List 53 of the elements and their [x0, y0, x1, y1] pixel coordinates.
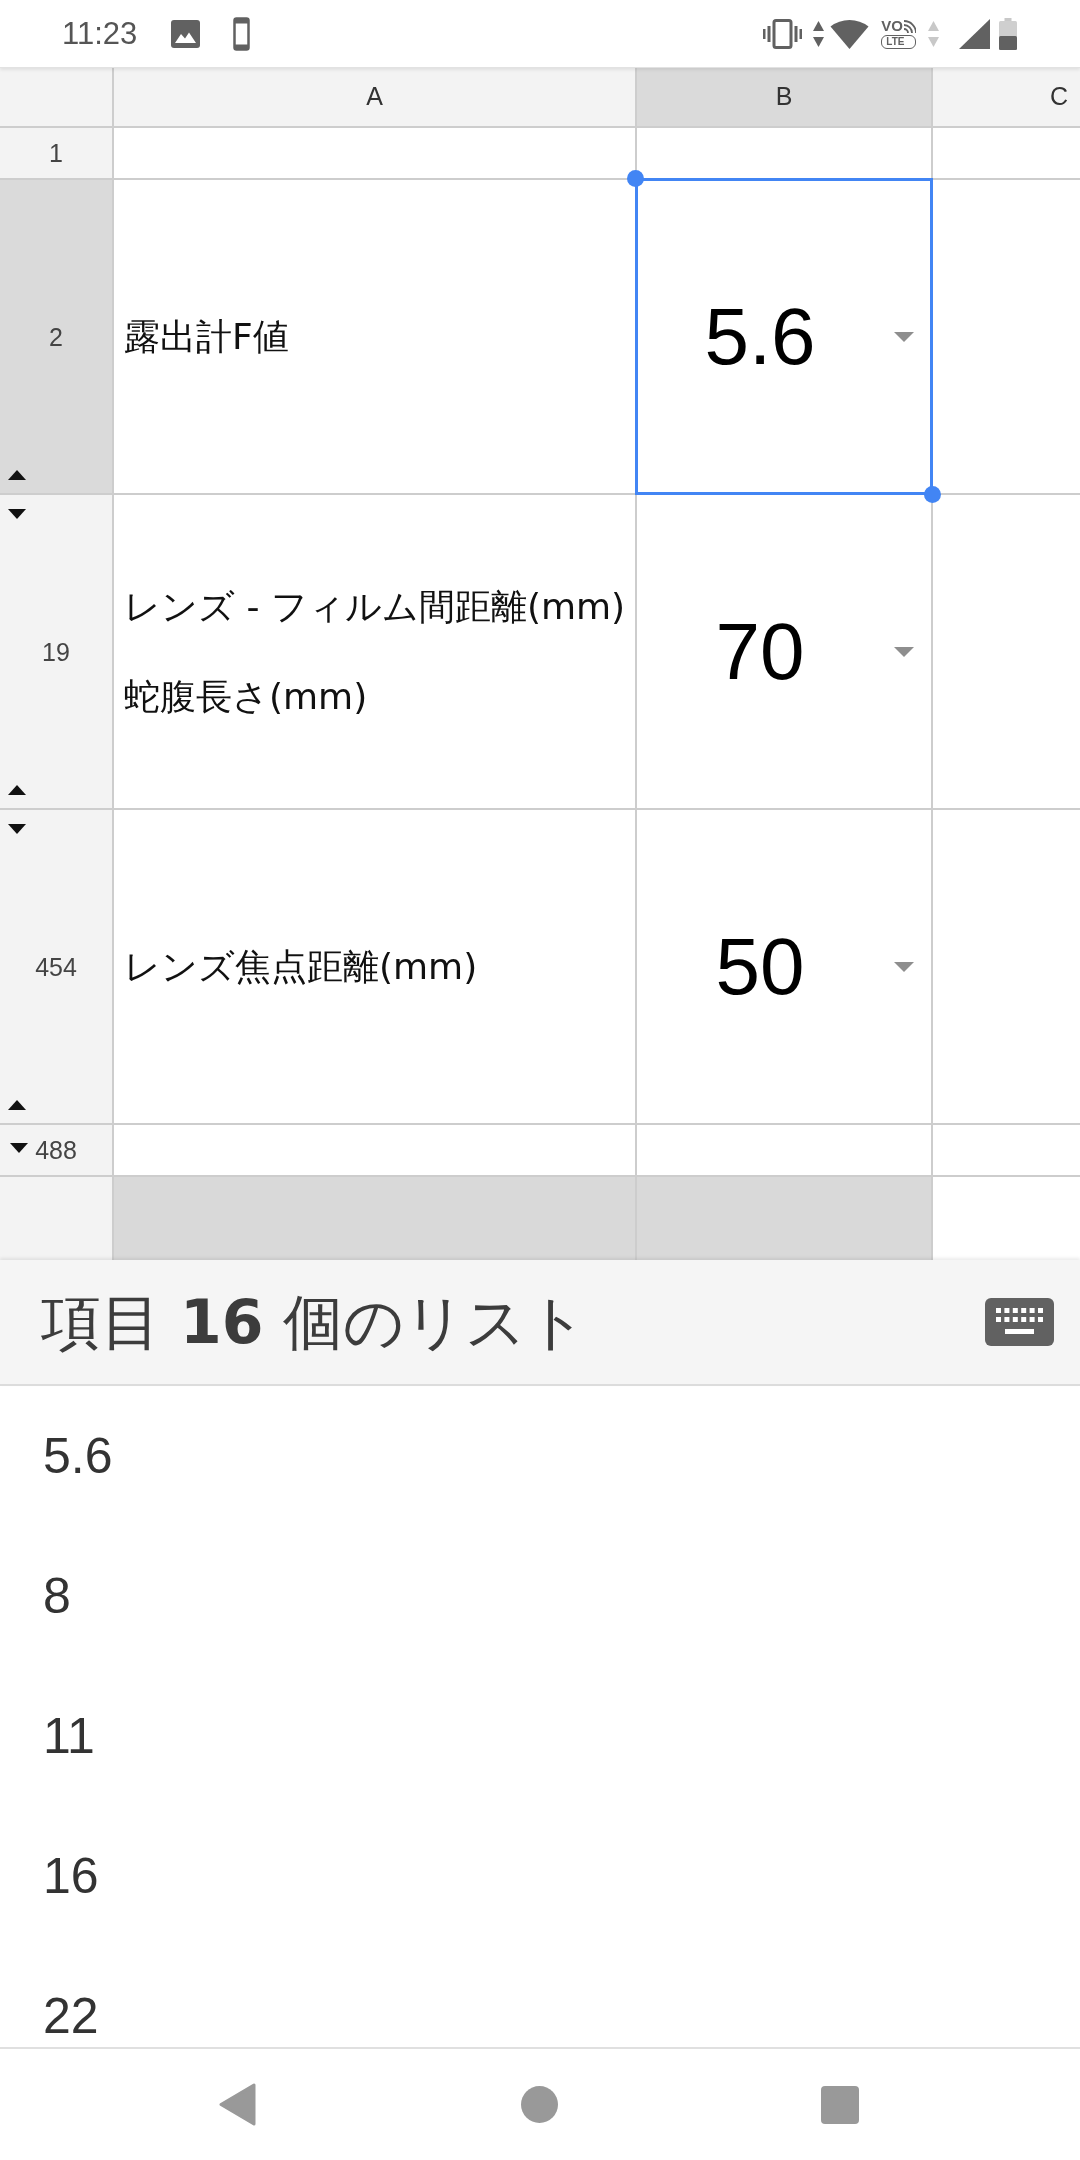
image-icon [171, 19, 201, 48]
back-icon[interactable] [219, 2083, 256, 2126]
row-number: 1 [49, 140, 63, 166]
down-triangle-icon[interactable] [10, 1143, 28, 1153]
cell-text: レンズ焦点距離(mm) [124, 944, 478, 989]
column-header[interactable]: C [933, 68, 1080, 128]
clock-time: 11:23 [62, 18, 138, 49]
dropdown-arrow-icon[interactable] [894, 961, 914, 972]
network-type-badge: LTE [881, 35, 916, 49]
selection-handle[interactable] [627, 170, 644, 187]
keyboard-icon[interactable] [985, 1298, 1054, 1346]
row-header[interactable]: 19 [0, 495, 114, 810]
row-number: 488 [35, 1137, 77, 1163]
list-option[interactable]: 22 [43, 1991, 99, 2041]
column-header[interactable]: A [114, 68, 637, 128]
wifi-icon [830, 18, 870, 49]
cell-value: 50 [715, 926, 805, 1007]
dropdown-arrow-icon[interactable] [894, 331, 914, 342]
row-number: 454 [35, 955, 77, 980]
list-option[interactable]: 16 [43, 1851, 99, 1901]
row-header[interactable]: 488 [0, 1125, 114, 1177]
recents-icon[interactable] [821, 2085, 859, 2124]
down-triangle-icon[interactable] [8, 824, 26, 834]
list-title: 項目 16 個のリスト [41, 1289, 587, 1355]
vibrate-icon [763, 18, 803, 49]
cell-text: レンズ - フィルム間距離(mm) 蛇腹長さ(mm) [124, 584, 626, 719]
cell-value: 70 [715, 611, 805, 692]
battery-icon [999, 17, 1017, 50]
row-header[interactable]: 454 [0, 810, 114, 1125]
row-number: 2 [49, 325, 63, 350]
network-type-label: VO [881, 18, 903, 33]
selection-handle[interactable] [924, 486, 941, 503]
row-number: 19 [42, 640, 70, 665]
signal-icon [959, 18, 990, 49]
column-header[interactable]: B [637, 68, 933, 128]
dropdown-arrow-icon[interactable] [894, 646, 914, 657]
list-option[interactable]: 11 [43, 1711, 95, 1761]
up-triangle-icon[interactable] [8, 1100, 26, 1110]
signal-waves-icon [904, 19, 916, 33]
phone-icon [233, 16, 251, 51]
list-option[interactable]: 5.6 [43, 1431, 113, 1481]
selection-frame[interactable] [635, 178, 933, 495]
cell-text: 露出計F値 [124, 314, 289, 359]
up-triangle-icon[interactable] [8, 470, 26, 480]
up-triangle-icon[interactable] [8, 785, 26, 795]
row-header[interactable]: 2 [0, 180, 114, 495]
up-down-arrows-icon [813, 20, 825, 47]
up-down-arrows-icon [928, 20, 939, 47]
list-option[interactable]: 8 [43, 1571, 71, 1621]
down-triangle-icon[interactable] [8, 509, 26, 519]
cell-value: 5.6 [704, 296, 816, 377]
row-header[interactable]: 1 [0, 128, 114, 180]
home-icon[interactable] [521, 2086, 558, 2123]
